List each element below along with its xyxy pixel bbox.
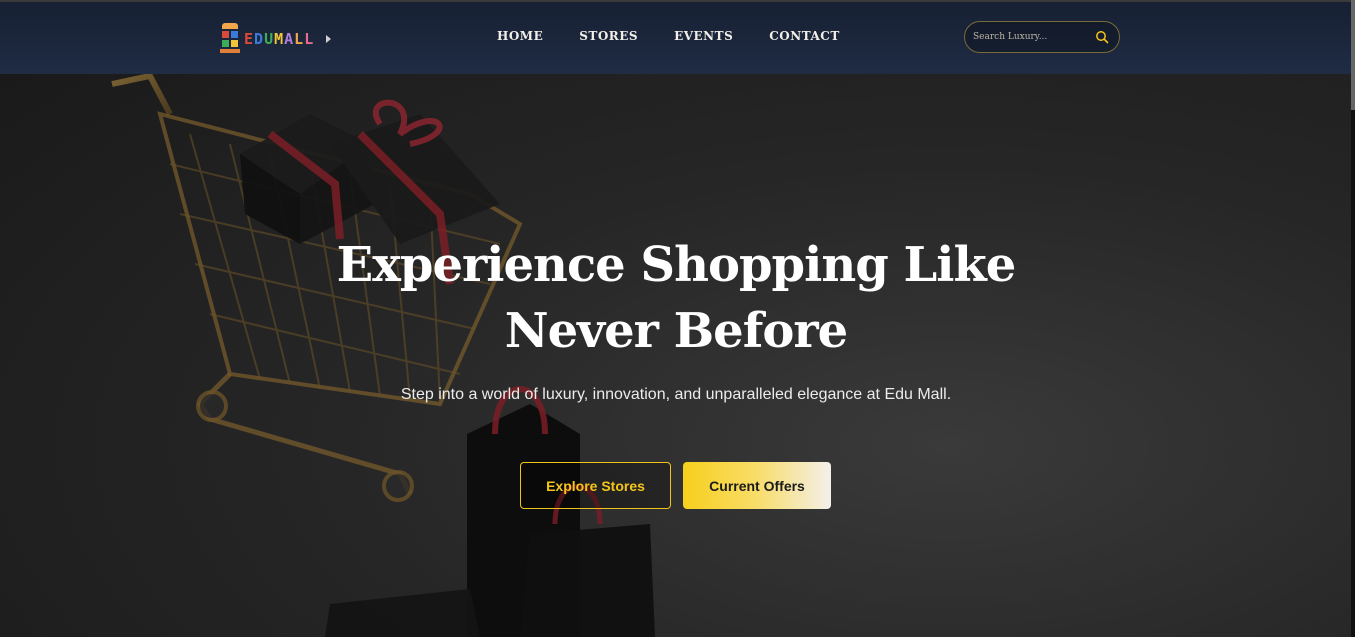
page-scrollbar[interactable] [1351, 0, 1355, 637]
search-input[interactable] [973, 29, 1089, 45]
search-icon[interactable] [1095, 30, 1109, 44]
nav-item-stores[interactable]: STORES [579, 29, 638, 43]
nav-item-events[interactable]: EVENTS [674, 29, 733, 43]
nav-item-home[interactable]: HOME [497, 29, 543, 43]
explore-stores-button[interactable]: Explore Stores [520, 462, 671, 509]
search-box [964, 21, 1120, 53]
edumall-logo[interactable]: EDUMALL [220, 22, 332, 56]
hero-section: Experience Shopping Like Never Before St… [0, 0, 1355, 637]
hero-title-line-2: Never Before [504, 303, 848, 359]
logo-wordmark: EDUMALL [244, 30, 315, 48]
current-offers-button[interactable]: Current Offers [683, 462, 831, 509]
main-nav: HOME STORES EVENTS CONTACT [497, 29, 840, 43]
nav-item-contact[interactable]: CONTACT [769, 29, 840, 43]
hero-title-line-1: Experience Shopping Like [336, 237, 1017, 293]
building-blocks-icon [220, 23, 240, 55]
caret-right-icon [326, 35, 332, 43]
hero-subtitle: Step into a world of luxury, innovation,… [400, 386, 952, 403]
scrollbar-thumb[interactable] [1351, 0, 1355, 110]
site-header: EDUMALL HOME STORES EVENTS CONTACT [0, 0, 1351, 74]
hero-title: Experience Shopping Like Never Before [300, 232, 1052, 364]
